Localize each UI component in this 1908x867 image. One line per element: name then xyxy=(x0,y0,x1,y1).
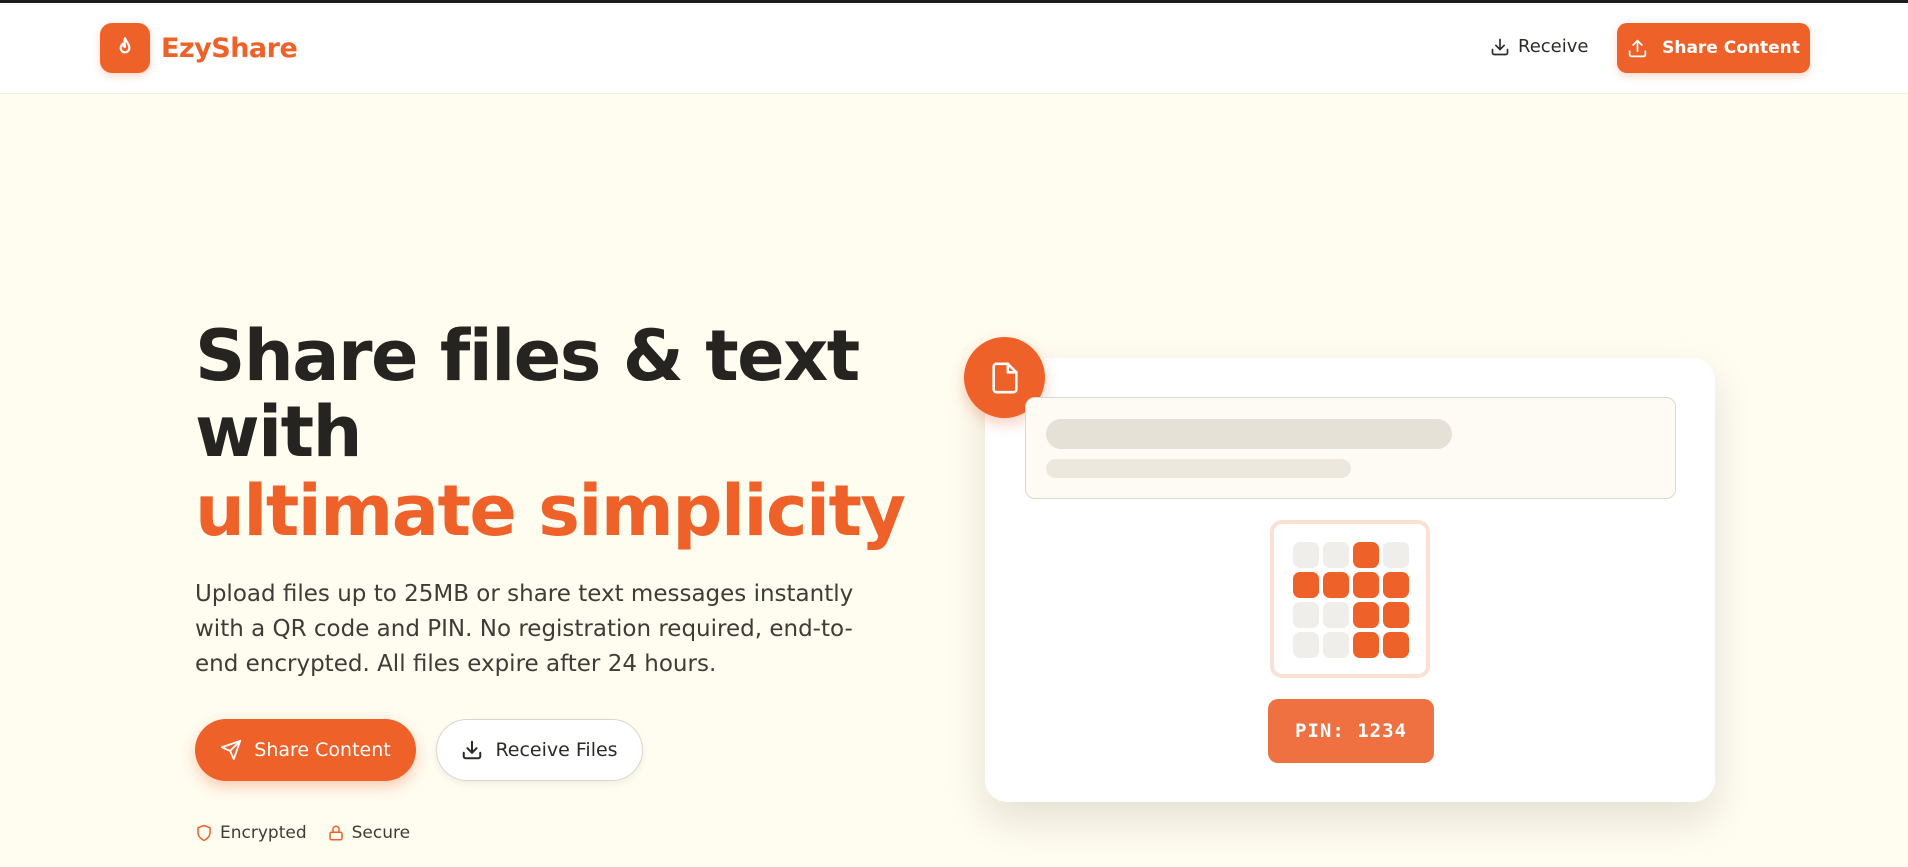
share-content-button[interactable]: Share Content xyxy=(195,719,416,781)
secure-badge: Secure xyxy=(327,823,410,843)
qr-cell xyxy=(1293,602,1319,628)
secure-label: Secure xyxy=(351,823,411,843)
encrypted-label: Encrypted xyxy=(220,823,307,843)
upload-icon xyxy=(1628,39,1647,57)
top-nav: EzyShare Receive Share Content xyxy=(0,3,1908,94)
flame-icon xyxy=(100,23,150,73)
qr-cell xyxy=(1353,572,1379,598)
receive-nav-button[interactable]: Receive xyxy=(1490,36,1588,57)
hero-title-line1: Share files & text xyxy=(195,315,860,397)
qr-cell xyxy=(1383,632,1409,658)
pin-display: PIN: 1234 xyxy=(1268,699,1434,763)
hero-title: Share files & text with ultimate simplic… xyxy=(195,315,906,552)
placeholder-line xyxy=(1046,419,1452,449)
qr-cell xyxy=(1293,572,1319,598)
qr-cell xyxy=(1383,602,1409,628)
brand-name: EzyShare xyxy=(161,32,298,64)
logo[interactable]: EzyShare xyxy=(100,23,298,73)
download-icon xyxy=(1491,38,1509,55)
share-content-label: Share Content xyxy=(254,739,391,761)
receive-nav-label: Receive xyxy=(1518,36,1589,57)
qr-grid xyxy=(1293,542,1409,658)
placeholder-line xyxy=(1046,459,1351,478)
shield-icon xyxy=(197,824,211,842)
qr-cell xyxy=(1353,542,1379,568)
receive-files-button[interactable]: Receive Files xyxy=(436,719,643,781)
encrypted-badge: Encrypted xyxy=(195,823,307,843)
qr-cell xyxy=(1323,572,1349,598)
hero-description: Upload files up to 25MB or share text me… xyxy=(195,581,854,677)
hero-title-accent: ultimate simplicity xyxy=(195,470,906,552)
qr-cell xyxy=(1293,542,1319,568)
qr-cell xyxy=(1323,602,1349,628)
qr-code xyxy=(1270,520,1430,678)
qr-cell xyxy=(1323,542,1349,568)
share-content-nav-label: Share Content xyxy=(1662,38,1800,58)
hero-title-line2: with xyxy=(195,391,362,473)
qr-cell xyxy=(1293,632,1319,658)
qr-cell xyxy=(1383,542,1409,568)
share-content-nav-button[interactable]: Share Content xyxy=(1617,23,1810,73)
download-icon xyxy=(463,740,482,760)
qr-cell xyxy=(1353,602,1379,628)
content-placeholder xyxy=(1025,397,1676,499)
send-icon xyxy=(221,739,242,761)
qr-cell xyxy=(1383,572,1409,598)
receive-files-label: Receive Files xyxy=(495,739,618,761)
trust-badges: Encrypted Secure xyxy=(195,823,410,843)
lock-icon xyxy=(328,825,343,841)
qr-cell xyxy=(1353,632,1379,658)
qr-cell xyxy=(1323,632,1349,658)
